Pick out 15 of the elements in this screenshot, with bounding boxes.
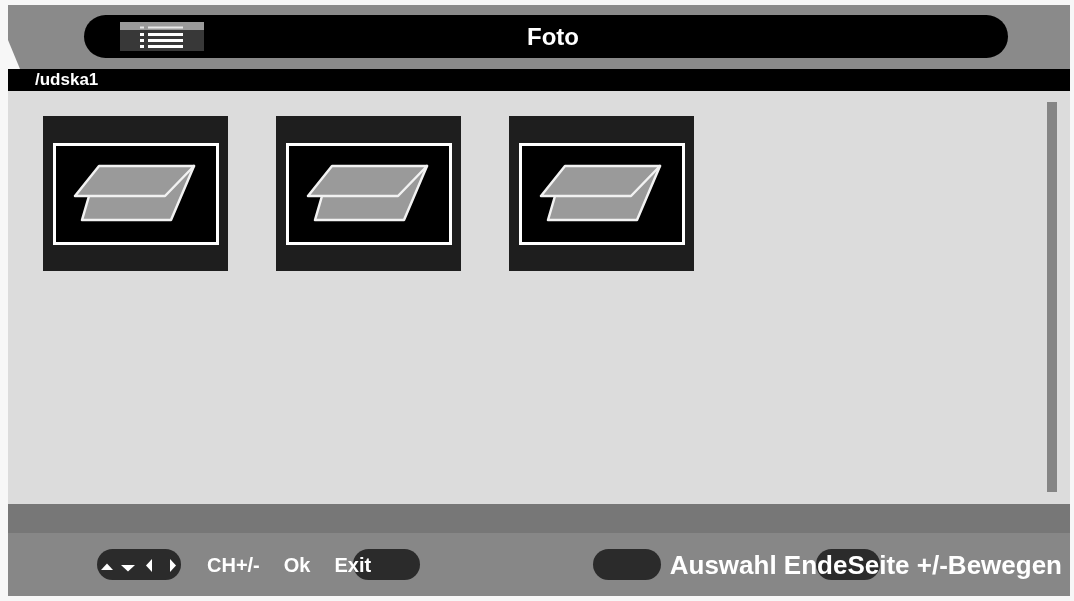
photo-thumbnail[interactable] xyxy=(276,116,461,271)
action-caption: Seite +/-Bewegen xyxy=(847,550,1062,579)
hint-label: CH+/- xyxy=(207,552,260,577)
key-icon xyxy=(592,549,661,580)
photo-thumbnail[interactable] xyxy=(509,116,694,271)
photo-thumbnail[interactable] xyxy=(43,116,228,271)
window-title: Foto xyxy=(527,22,579,51)
arrow-keys-icon xyxy=(97,549,181,580)
list-icon[interactable] xyxy=(120,22,204,51)
scrollbar[interactable] xyxy=(1047,102,1057,492)
folder-path: /udska1 xyxy=(35,70,99,90)
image-icon xyxy=(519,143,685,245)
image-icon xyxy=(286,143,452,245)
hint-label: Ok xyxy=(283,552,311,577)
image-icon xyxy=(53,143,219,245)
